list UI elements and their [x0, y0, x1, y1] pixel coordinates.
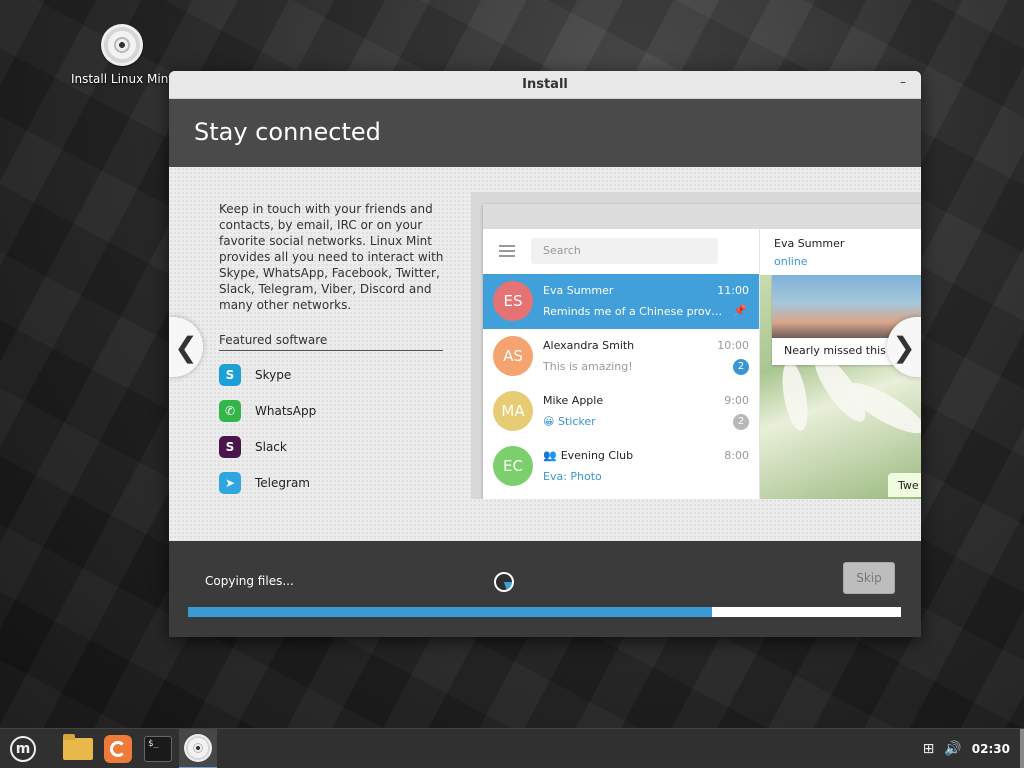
chat-list-item: ES Eva Summer 11:00 Reminds me of a Chinese… — [483, 274, 759, 329]
featured-app-label: Telegram — [255, 476, 310, 490]
system-tray: ⊞ 🔊 02:30 — [923, 729, 1024, 768]
avatar: ES — [493, 281, 533, 321]
slide-header: Stay connected — [169, 99, 921, 167]
avatar: AS — [493, 336, 533, 376]
slack-icon: S — [219, 436, 241, 458]
menu-button[interactable]: m — [4, 729, 42, 768]
chat-last-message: This is amazing! — [543, 360, 633, 373]
skip-button[interactable]: Skip — [843, 562, 895, 594]
chat-list-item: MA Mike Apple 9:00 😀 Sticker 2 — [483, 384, 759, 439]
install-window: Install – Stay connected ❮ Keep in touch… — [169, 71, 921, 637]
slideshow-content: ❮ Keep in touch with your friends and co… — [169, 167, 921, 541]
telegram-icon: ➤ — [219, 472, 241, 494]
chat-list-item: AS Alexandra Smith 10:00 This is amazing! 2 — [483, 329, 759, 384]
featured-app-label: WhatsApp — [255, 404, 317, 418]
flower-petal — [778, 359, 812, 433]
chevron-right-icon: ❯ — [892, 330, 916, 364]
featured-app-telegram: ➤ Telegram — [219, 465, 454, 501]
chevron-left-icon: ❮ — [174, 330, 198, 364]
chat-time: 9:00 — [724, 394, 749, 407]
open-chat-status: online — [774, 255, 808, 268]
taskbar: m $_ ⊞ 🔊 02:30 — [0, 728, 1024, 768]
firefox-launcher[interactable] — [99, 729, 137, 768]
install-linux-mint-desktop-icon[interactable]: Install Linux Mint — [66, 24, 178, 86]
pin-icon: 📌 — [733, 304, 747, 317]
installer-task-button[interactable] — [179, 729, 217, 768]
chat-name: Eva Summer — [543, 284, 613, 297]
hamburger-menu-icon — [499, 245, 515, 257]
firefox-icon — [104, 735, 132, 763]
avatar: EC — [493, 446, 533, 486]
telegram-search-field: Search — [531, 238, 718, 264]
chat-last-message: Eva: Photo — [543, 470, 602, 483]
avatar: MA — [493, 391, 533, 431]
progress-bar — [188, 607, 901, 617]
featured-app-label: Skype — [255, 368, 292, 382]
chat-time: 10:00 — [717, 339, 749, 352]
title-bar[interactable]: Install – — [169, 71, 921, 99]
unread-badge: 2 — [733, 359, 749, 375]
desktop-icon-label: Install Linux Mint — [70, 72, 174, 86]
whatsapp-icon: ✆ — [219, 400, 241, 422]
telegram-search-row: Search — [483, 229, 759, 274]
status-text: Copying files... — [205, 574, 294, 588]
previous-slide-button[interactable]: ❮ — [169, 317, 203, 377]
featured-app-skype: S Skype — [219, 357, 454, 393]
chat-list-item: EC 👥 Evening Club 8:00 Eva: Photo — [483, 439, 759, 494]
minimize-button[interactable]: – — [895, 75, 911, 91]
chat-last-message: Reminds me of a Chinese prover... — [543, 305, 728, 318]
show-desktop-button[interactable] — [1020, 729, 1024, 768]
chat-name-text: Evening Club — [560, 449, 634, 462]
photo-caption: Nearly missed this s — [784, 344, 896, 357]
chat-name: Mike Apple — [543, 394, 603, 407]
busy-spinner-icon — [494, 572, 514, 592]
slide-title: Stay connected — [194, 118, 381, 146]
skype-icon: S — [219, 364, 241, 386]
chat-name: 👥 Evening Club — [543, 449, 633, 462]
terminal-launcher[interactable]: $_ — [139, 729, 177, 768]
disc-icon — [184, 734, 212, 762]
chat-name-text: Eva Summer — [543, 284, 614, 297]
telegram-screenshot: Search ES Eva Summer 11:00 Reminds me of a … — [471, 192, 921, 499]
featured-app-slack: S Slack — [219, 429, 454, 465]
telegram-chat-header: Eva Summer online — [760, 229, 921, 275]
group-icon: 👥 — [543, 449, 557, 462]
chat-name-text: Mike Apple — [543, 394, 604, 407]
telegram-chats: ES Eva Summer 11:00 Reminds me of a Chinese… — [483, 274, 759, 494]
unread-badge: 2 — [733, 414, 749, 430]
featured-app-label: Slack — [255, 440, 287, 454]
telegram-window: Search ES Eva Summer 11:00 Reminds me of a … — [483, 204, 921, 499]
folder-icon — [63, 734, 93, 760]
chat-time: 11:00 — [717, 284, 749, 297]
network-icon[interactable]: ⊞ — [923, 741, 935, 757]
message-bubble: Twe — [888, 473, 921, 497]
linux-mint-logo-icon: m — [10, 736, 36, 762]
featured-software-heading: Featured software — [219, 333, 443, 351]
terminal-icon: $_ — [144, 736, 172, 762]
chat-name: Alexandra Smith — [543, 339, 634, 352]
install-progress-area: Copying files... Skip — [169, 541, 921, 637]
files-launcher[interactable] — [59, 729, 97, 768]
chat-name-text: Alexandra Smith — [543, 339, 635, 352]
slide-description: Keep in touch with your friends and cont… — [219, 202, 444, 312]
featured-app-whatsapp: ✆ WhatsApp — [219, 393, 454, 429]
chat-time: 8:00 — [724, 449, 749, 462]
telegram-chat-list: Search ES Eva Summer 11:00 Reminds me of a … — [483, 229, 759, 499]
slide-text-panel: Keep in touch with your friends and cont… — [212, 190, 454, 505]
window-title: Install — [522, 77, 568, 92]
chat-last-message: 😀 Sticker — [543, 415, 596, 428]
volume-icon[interactable]: 🔊 — [944, 741, 961, 757]
progress-bar-fill — [188, 607, 713, 617]
clock[interactable]: 02:30 — [972, 742, 1010, 756]
featured-software-list: S Skype ✆ WhatsApp S Slack ➤ Telegram — [219, 357, 454, 501]
chat-wallpaper: Nearly missed this s Twe — [760, 275, 921, 499]
telegram-titlebar — [483, 204, 921, 229]
disc-icon — [101, 24, 143, 66]
open-chat-name: Eva Summer — [774, 237, 845, 250]
